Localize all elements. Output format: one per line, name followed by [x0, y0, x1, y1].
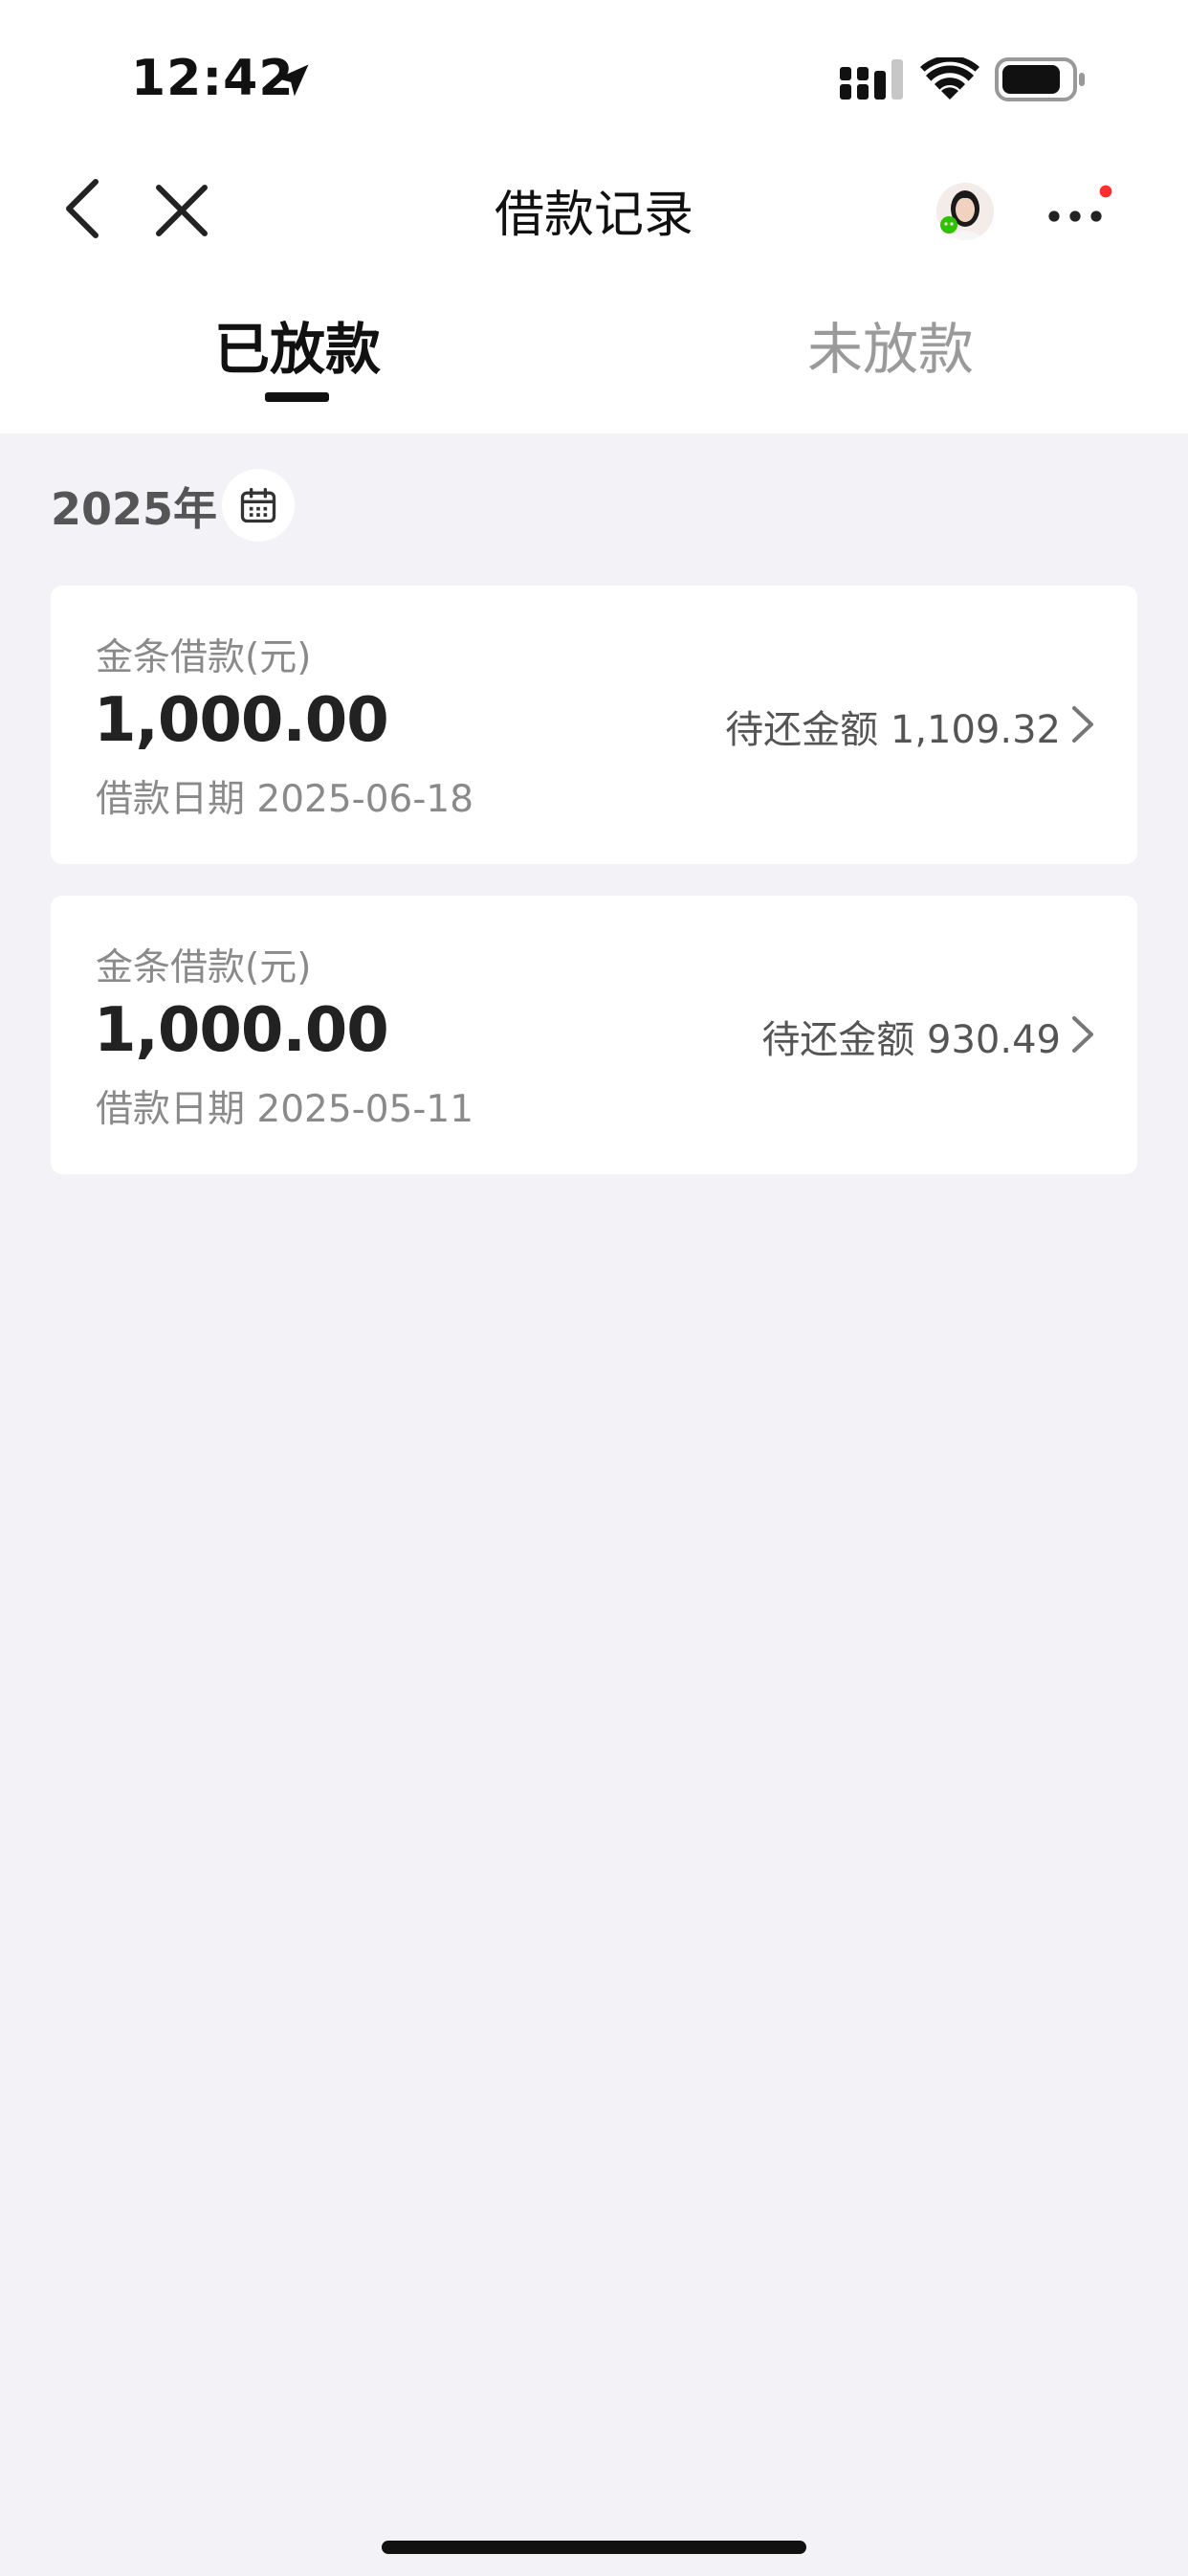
tab-not-disbursed[interactable]: 未放款 [699, 304, 1082, 385]
more-icon[interactable] [1043, 184, 1115, 241]
loan-amount: 1,000.00 [94, 685, 389, 756]
chevron-right-icon [1072, 1016, 1093, 1053]
wifi-icon [920, 57, 979, 100]
cellular-signal-icon [840, 59, 903, 100]
location-arrow-icon [276, 64, 309, 97]
calendar-icon [240, 487, 276, 523]
calendar-button[interactable] [222, 469, 295, 542]
page-title: 借款记录 [494, 187, 693, 244]
loan-card[interactable]: 金条借款(元) 1,000.00 借款日期 2025-06-18 待还金额 1,… [51, 586, 1137, 864]
loan-date: 借款日期 2025-05-11 [96, 1088, 474, 1131]
amount-due: 待还金额 1,109.32 [725, 708, 1061, 752]
status-time: 12:42 [131, 50, 295, 107]
amount-due: 待还金额 930.49 [761, 1018, 1061, 1062]
loan-type-label: 金条借款(元) [96, 636, 312, 679]
battery-icon [995, 57, 1085, 101]
loan-date: 借款日期 2025-06-18 [96, 778, 474, 821]
loan-type-label: 金条借款(元) [96, 946, 312, 989]
loan-card[interactable]: 金条借款(元) 1,000.00 借款日期 2025-05-11 待还金额 93… [51, 896, 1137, 1174]
home-indicator[interactable] [382, 2541, 806, 2554]
year-label: 2025年 [51, 483, 218, 535]
active-tab-indicator [265, 392, 329, 402]
chevron-right-icon [1072, 706, 1093, 743]
loan-amount: 1,000.00 [94, 995, 389, 1066]
avatar[interactable] [935, 182, 995, 241]
tab-disbursed[interactable]: 已放款 [106, 304, 489, 385]
